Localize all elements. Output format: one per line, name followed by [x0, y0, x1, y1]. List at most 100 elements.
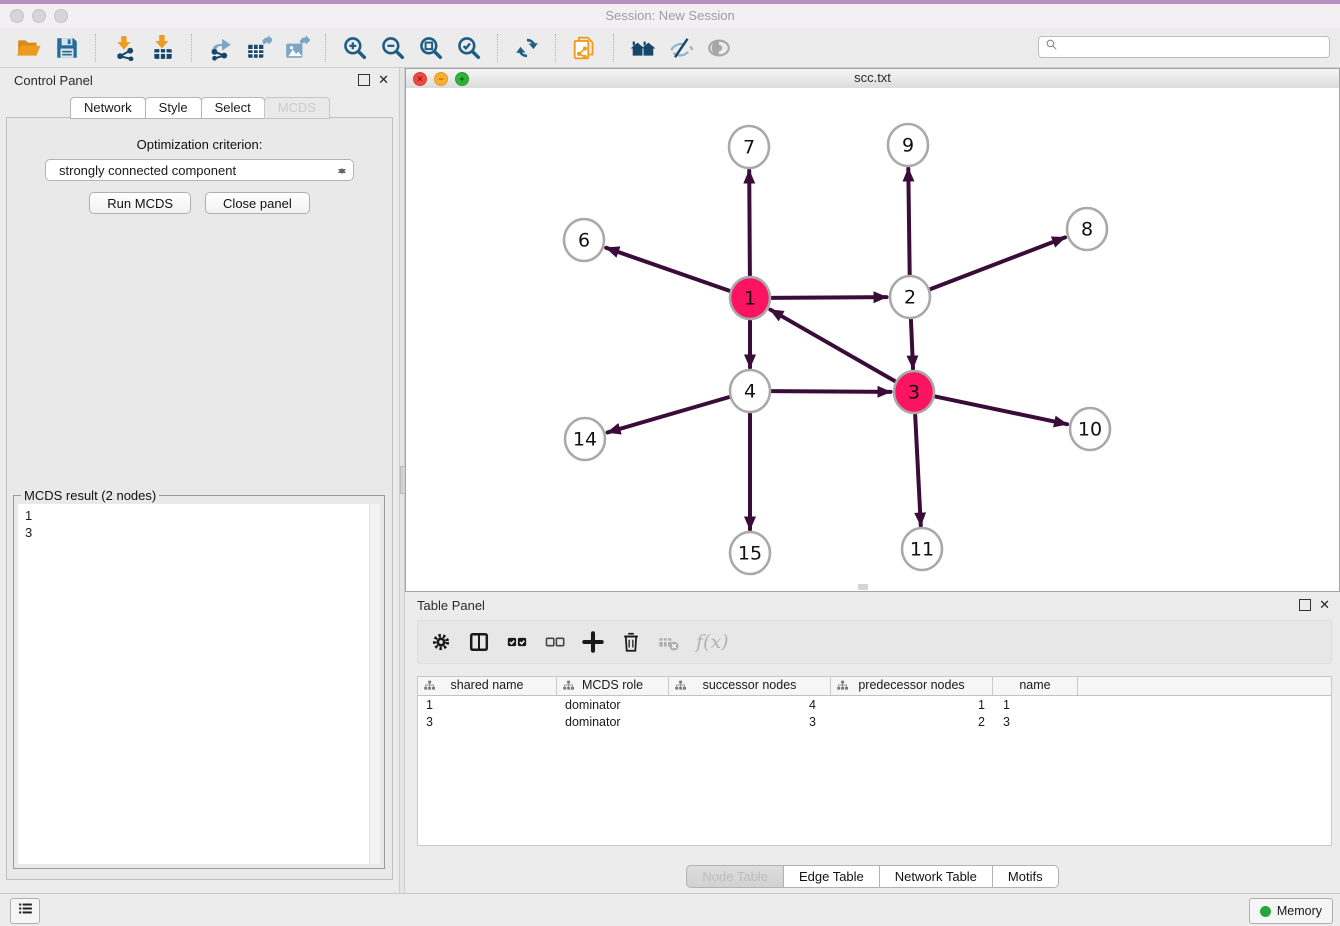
home-button[interactable] [624, 31, 662, 65]
import-network-button[interactable] [106, 31, 144, 65]
cell-name: 3 [993, 715, 1078, 729]
network-window-titlebar[interactable]: ✕ − + scc.txt [406, 69, 1339, 89]
memory-button[interactable]: Memory [1249, 898, 1333, 924]
network-close-button[interactable]: ✕ [413, 72, 427, 86]
status-bar: Memory [0, 893, 1340, 926]
minimize-window-button[interactable] [32, 9, 46, 23]
import-table-button[interactable] [144, 31, 182, 65]
result-scrollbar[interactable] [369, 504, 380, 864]
svg-text:15: 15 [738, 543, 762, 565]
graph-node-3[interactable]: 3 [894, 371, 934, 413]
graph-node-8[interactable]: 8 [1067, 208, 1107, 250]
network-graph: 1 2 3 4 6 7 8 9 10 11 14 15 [406, 88, 1339, 591]
zoom-out-button[interactable] [374, 31, 412, 65]
canvas-scrollbar-thumb[interactable] [858, 584, 868, 590]
zoom-selected-button[interactable] [450, 31, 488, 65]
gear-button[interactable] [430, 631, 452, 653]
zoom-fit-button[interactable] [412, 31, 450, 65]
hide-panels-button[interactable] [662, 31, 700, 65]
table-row[interactable]: 1dominator411 [418, 696, 1331, 713]
close-panel-button[interactable]: Close panel [205, 192, 310, 214]
network-zoom-button[interactable]: + [455, 72, 469, 86]
clone-network-button[interactable] [566, 31, 604, 65]
columns-button[interactable] [468, 631, 490, 653]
graph-edge-4-14[interactable] [608, 397, 730, 432]
export-table-icon [246, 35, 272, 61]
graph-edge-2-8[interactable] [930, 237, 1065, 289]
network-canvas[interactable]: 1 2 3 4 6 7 8 9 10 11 14 15 [406, 88, 1339, 591]
column-header-shared-name[interactable]: shared name [418, 677, 557, 695]
add-column-icon [582, 631, 604, 653]
toolbar-separator [497, 34, 499, 62]
memory-status-icon [1260, 906, 1271, 917]
zoom-in-button[interactable] [336, 31, 374, 65]
graph-edge-2-3[interactable] [911, 319, 913, 369]
close-window-button[interactable] [10, 9, 24, 23]
criterion-select[interactable]: strongly connected component [45, 159, 354, 181]
graph-node-1[interactable]: 1 [730, 277, 770, 319]
delete-button[interactable] [620, 631, 642, 653]
tab-select[interactable]: Select [201, 97, 265, 119]
run-mcds-button[interactable]: Run MCDS [89, 192, 191, 214]
cell-shared-name: 3 [418, 715, 557, 729]
graph-node-4[interactable]: 4 [730, 370, 770, 412]
cell-name: 1 [993, 698, 1078, 712]
table-panel-title: Table Panel [417, 598, 485, 613]
optimization-criterion-label: Optimization criterion: [7, 137, 392, 152]
column-header-name[interactable]: name [993, 677, 1078, 695]
graph-edge-3-1[interactable] [770, 310, 895, 382]
export-image-button[interactable] [278, 31, 316, 65]
graph-edge-3-10[interactable] [935, 396, 1067, 424]
close-panel-icon[interactable]: ✕ [378, 74, 389, 86]
task-history-button[interactable] [10, 898, 40, 924]
table-tabs: Node TableEdge TableNetwork TableMotifs [405, 865, 1340, 888]
table-close-icon[interactable]: ✕ [1319, 599, 1330, 611]
graph-edge-1-7[interactable] [749, 171, 750, 277]
tab-edge-table[interactable]: Edge Table [783, 865, 880, 888]
uncheck-all-button[interactable] [544, 631, 566, 653]
add-column-button[interactable] [582, 631, 604, 653]
toolbar-buttons [10, 28, 738, 67]
graph-node-11[interactable]: 11 [902, 528, 942, 570]
graph-node-9[interactable]: 9 [888, 124, 928, 166]
tab-motifs[interactable]: Motifs [992, 865, 1059, 888]
cell-successor-nodes: 4 [669, 698, 831, 712]
graph-node-7[interactable]: 7 [729, 126, 769, 168]
graph-node-2[interactable]: 2 [890, 276, 930, 318]
export-network-button[interactable] [202, 31, 240, 65]
graph-edge-1-6[interactable] [606, 248, 730, 291]
float-panel-icon[interactable] [358, 74, 370, 86]
graph-node-10[interactable]: 10 [1070, 408, 1110, 450]
export-table-button[interactable] [240, 31, 278, 65]
check-all-button[interactable] [506, 631, 528, 653]
cell-MCDS-role: dominator [557, 698, 669, 712]
maximize-window-button[interactable] [54, 9, 68, 23]
column-header-successor-nodes[interactable]: successor nodes [669, 677, 831, 695]
column-header-predecessor-nodes[interactable]: predecessor nodes [831, 677, 993, 695]
table-float-icon[interactable] [1299, 599, 1311, 611]
column-header-MCDS-role[interactable]: MCDS role [557, 677, 669, 695]
gear-icon [430, 631, 452, 653]
tab-network-table[interactable]: Network Table [879, 865, 993, 888]
tab-style[interactable]: Style [145, 97, 202, 119]
graph-edge-4-3[interactable] [772, 391, 891, 392]
save-button[interactable] [48, 31, 86, 65]
toolbar-separator [555, 34, 557, 62]
graph-node-15[interactable]: 15 [730, 532, 770, 574]
graph-edge-2-9[interactable] [908, 169, 909, 276]
graph-edge-1-2[interactable] [772, 297, 887, 298]
network-minimize-button[interactable]: − [434, 72, 448, 86]
search-input[interactable] [1062, 37, 1329, 57]
graph-edge-3-11[interactable] [915, 414, 921, 526]
tab-mcds[interactable]: MCDS [264, 97, 330, 119]
control-panel-header: Control Panel ✕ [0, 68, 399, 94]
graph-node-6[interactable]: 6 [564, 219, 604, 261]
check-all-icon [506, 631, 528, 653]
refresh-button[interactable] [508, 31, 546, 65]
tab-node-table[interactable]: Node Table [686, 865, 784, 888]
open-folder-button[interactable] [10, 31, 48, 65]
table-row[interactable]: 3dominator323 [418, 713, 1331, 730]
graph-node-14[interactable]: 14 [565, 418, 605, 460]
save-icon [54, 35, 80, 61]
tab-network[interactable]: Network [70, 97, 146, 119]
